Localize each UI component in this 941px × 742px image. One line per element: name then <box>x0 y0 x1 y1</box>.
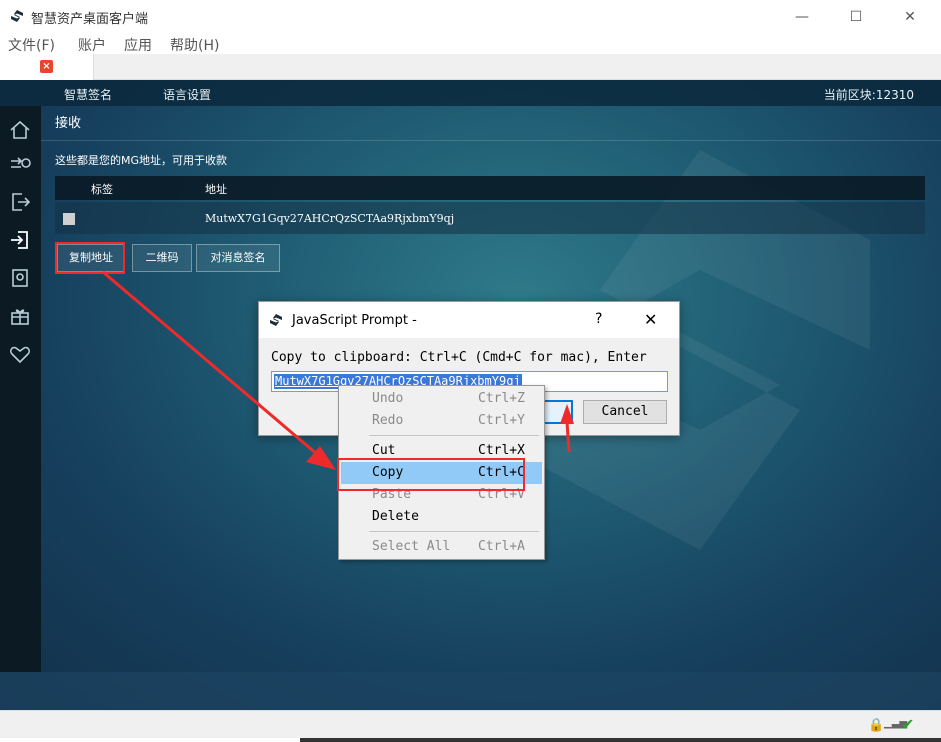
status-bar: 🔒 ▁▃▅ ✔ <box>0 710 941 738</box>
lock-icon: 🔒 <box>868 718 885 733</box>
arrow-to-copy-menu-icon <box>102 270 336 470</box>
annotation-arrows <box>102 270 574 470</box>
check-icon: ✔ <box>901 715 915 734</box>
taskbar-strip <box>300 738 941 742</box>
arrow-to-ok-button-icon <box>560 404 574 453</box>
